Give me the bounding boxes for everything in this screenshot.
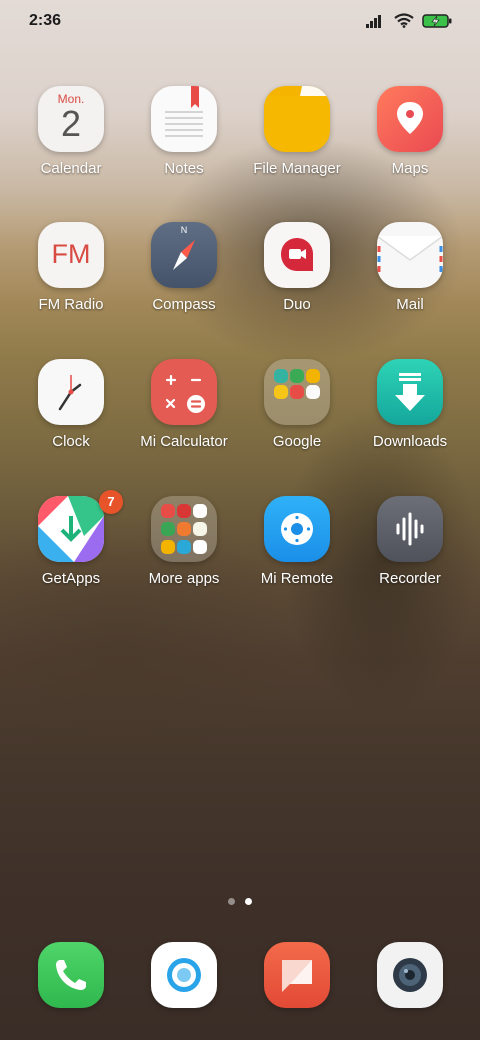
- app-downloads[interactable]: Downloads: [350, 359, 470, 450]
- page-indicator: [0, 898, 480, 905]
- app-more-apps-folder[interactable]: More apps: [124, 496, 244, 587]
- app-label: Duo: [283, 296, 311, 313]
- calendar-day: 2: [60, 103, 82, 144]
- compass-north: N: [180, 225, 188, 235]
- messaging-icon[interactable]: [264, 942, 330, 1008]
- app-file-manager[interactable]: File Manager: [237, 86, 357, 177]
- app-label: Compass: [152, 296, 216, 313]
- app-mi-remote[interactable]: Mi Remote: [237, 496, 357, 587]
- notification-badge: 7: [99, 490, 123, 514]
- remote-icon: [264, 496, 330, 562]
- app-compass[interactable]: N Compass: [124, 222, 244, 313]
- app-label: More apps: [148, 570, 220, 587]
- app-calendar[interactable]: Mon. 2 Calendar: [11, 86, 131, 177]
- app-label: Mail: [396, 296, 424, 313]
- calculator-icon: [151, 359, 217, 425]
- app-label: Clock: [52, 433, 90, 450]
- app-mail[interactable]: Mail: [350, 222, 470, 313]
- app-google-folder[interactable]: Google: [237, 359, 357, 450]
- duo-icon: [264, 222, 330, 288]
- app-label: Calendar: [40, 160, 102, 177]
- app-label: File Manager: [253, 160, 341, 177]
- phone-icon[interactable]: [38, 942, 104, 1008]
- app-duo[interactable]: Duo: [237, 222, 357, 313]
- fm-radio-text: FM: [51, 239, 91, 269]
- app-fm-radio[interactable]: FM FM Radio: [11, 222, 131, 313]
- map-pin-icon: [377, 86, 443, 152]
- page-dot-active[interactable]: [245, 898, 252, 905]
- app-clock[interactable]: Clock: [11, 359, 131, 450]
- app-maps[interactable]: Maps: [350, 86, 470, 177]
- status-bar: 2:36: [0, 0, 480, 44]
- clock-icon: [38, 359, 104, 425]
- more-apps-folder-icon: [151, 496, 217, 562]
- app-getapps[interactable]: 7 GetApps: [11, 490, 131, 587]
- app-label: Mi Calculator: [140, 433, 228, 450]
- recorder-icon: [377, 496, 443, 562]
- app-label: Downloads: [372, 433, 448, 450]
- app-notes[interactable]: Notes: [124, 86, 244, 177]
- app-label: Google: [272, 433, 322, 450]
- app-label: Recorder: [379, 570, 441, 587]
- fm-radio-icon: FM: [38, 222, 104, 288]
- mail-icon: [377, 222, 443, 288]
- app-label: Notes: [164, 160, 204, 177]
- calendar-icon: Mon. 2: [38, 86, 104, 152]
- app-recorder[interactable]: Recorder: [350, 496, 470, 587]
- notes-icon: [151, 86, 217, 152]
- app-label: Maps: [391, 160, 429, 177]
- browser-icon[interactable]: [151, 942, 217, 1008]
- app-label: GetApps: [41, 570, 101, 587]
- battery-charging-icon: [422, 13, 452, 28]
- wifi-icon: [394, 13, 414, 28]
- app-label: FM Radio: [38, 296, 104, 313]
- download-icon: [377, 359, 443, 425]
- status-icons: [366, 13, 452, 28]
- app-label: Mi Remote: [260, 570, 334, 587]
- page-dot[interactable]: [228, 898, 235, 905]
- google-folder-icon: [264, 359, 330, 425]
- compass-icon: N: [151, 222, 217, 288]
- folder-icon: [264, 86, 330, 152]
- getapps-icon: [38, 496, 104, 562]
- status-time: 2:36: [29, 12, 62, 29]
- app-mi-calculator[interactable]: Mi Calculator: [124, 359, 244, 450]
- camera-icon[interactable]: [377, 942, 443, 1008]
- signal-icon: [366, 14, 381, 28]
